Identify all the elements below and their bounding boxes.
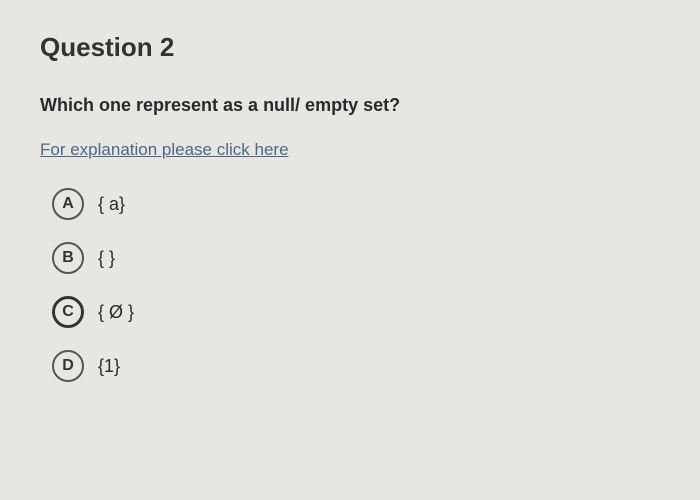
question-prompt: Which one represent as a null/ empty set…: [40, 95, 660, 116]
option-text: { Ø }: [98, 302, 134, 323]
option-text: { a}: [98, 194, 125, 215]
option-a[interactable]: A { a}: [52, 188, 660, 220]
option-text: {1}: [98, 356, 120, 377]
explanation-link[interactable]: For explanation please click here: [40, 140, 289, 160]
options-list: A { a} B { } C { Ø } D {1}: [40, 188, 660, 382]
option-letter-circle: D: [52, 350, 84, 382]
option-letter-circle: A: [52, 188, 84, 220]
option-letter-circle: C: [52, 296, 84, 328]
option-d[interactable]: D {1}: [52, 350, 660, 382]
option-b[interactable]: B { }: [52, 242, 660, 274]
question-title: Question 2: [40, 32, 660, 63]
option-text: { }: [98, 248, 115, 269]
option-c[interactable]: C { Ø }: [52, 296, 660, 328]
option-letter-circle: B: [52, 242, 84, 274]
